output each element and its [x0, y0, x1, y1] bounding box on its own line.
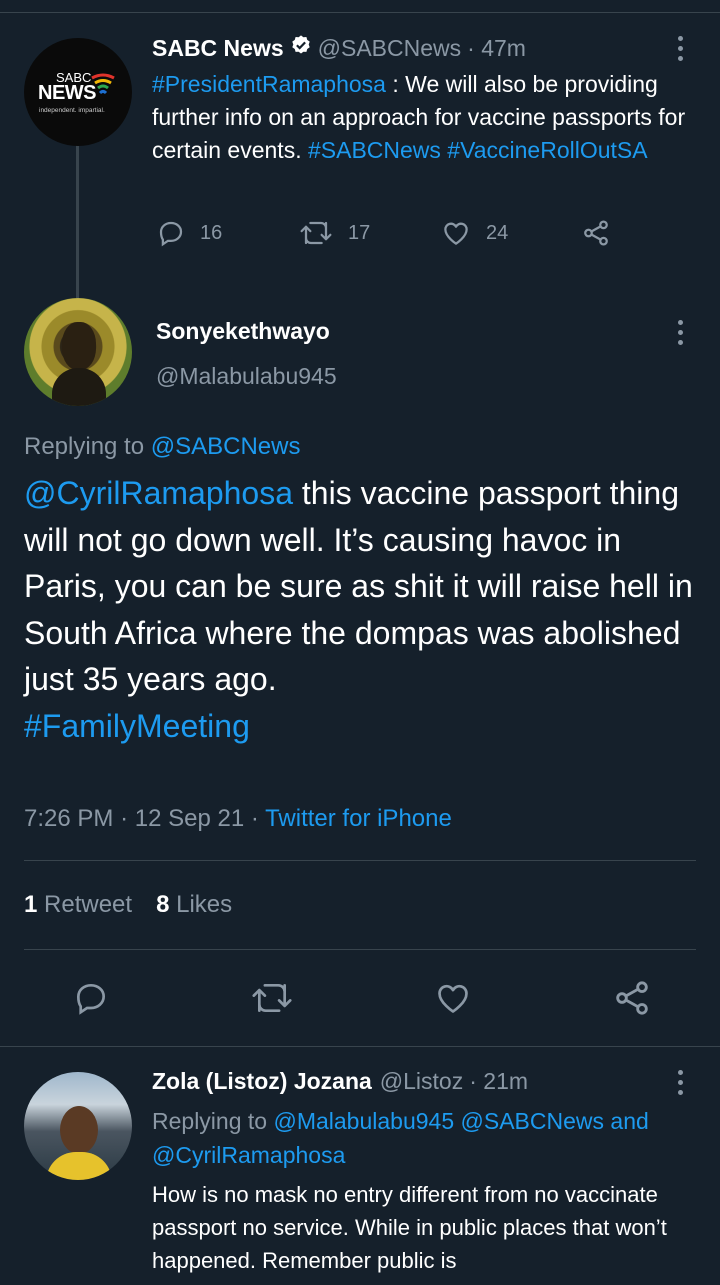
author-handle[interactable]: @SABCNews: [318, 35, 462, 62]
like-button[interactable]: 24: [440, 218, 580, 248]
author-name[interactable]: Sonyekethwayo: [156, 318, 330, 345]
retweet-label: Retweet: [44, 891, 133, 918]
replying-to-line: Replying to @Malabulabu945 @SABCNews and…: [152, 1104, 704, 1172]
replying-to-link[interactable]: @Malabulabu945: [273, 1108, 454, 1134]
hashtag-link[interactable]: #PresidentRamaphosa: [152, 71, 386, 97]
author-name[interactable]: Zola (Listoz) Jozana: [152, 1068, 372, 1095]
tweet-source-link[interactable]: Twitter for iPhone: [265, 805, 452, 832]
author-handle[interactable]: @Listoz: [380, 1068, 463, 1095]
tweet1-text: #PresidentRamaphosa : We will also be pr…: [152, 68, 704, 167]
tweet-time: · 47m: [467, 34, 526, 61]
like-icon: [444, 222, 468, 245]
sabc-signal-logo-icon: [91, 73, 115, 95]
tweet-stats: 1 Retweet 8 Likes: [24, 891, 232, 919]
like-count: 24: [486, 221, 509, 244]
avatar-tagline: independent. impartial.: [39, 107, 105, 114]
main-tweet-actions: [72, 978, 652, 1018]
main-tweet-text: @CyrilRamaphosa this vaccine passport th…: [24, 470, 704, 749]
sonyekethwayo-avatar[interactable]: [24, 298, 132, 406]
hashtag-link[interactable]: #VaccineRollOutSA: [447, 137, 647, 163]
retweet-count: 1: [24, 891, 38, 918]
tweet1-header: SABC News @SABCNews · 47m: [152, 34, 526, 62]
reply-text: How is no mask no entry different from n…: [152, 1182, 667, 1273]
avatar-face: [62, 322, 96, 370]
avatar-shoulders: [52, 368, 106, 406]
divider: [0, 1046, 720, 1047]
hashtag-link[interactable]: #FamilyMeeting: [24, 708, 250, 744]
tweet-date: 12 Sep 21: [134, 805, 245, 832]
retweet-icon[interactable]: [249, 979, 295, 1017]
retweet-count: 17: [348, 221, 371, 244]
sabc-news-avatar[interactable]: SABC NEWS independent. impartial.: [24, 38, 132, 146]
author-name[interactable]: SABC News: [152, 35, 284, 62]
avatar-face: [60, 1106, 98, 1154]
more-options-icon[interactable]: [676, 320, 684, 345]
mention-link[interactable]: @CyrilRamaphosa: [24, 475, 293, 511]
retweet-icon: [300, 221, 332, 245]
replying-to-link[interactable]: @SABCNews: [461, 1108, 605, 1134]
tweet-time: 7:26 PM: [24, 805, 114, 832]
thread-line: [76, 140, 79, 300]
meta-separator: ·: [120, 805, 129, 832]
replying-label: Replying to: [24, 433, 145, 460]
replying-to-link[interactable]: @CyrilRamaphosa: [152, 1142, 345, 1168]
top-divider: [0, 12, 720, 13]
divider: [24, 949, 696, 950]
retweet-button[interactable]: 17: [298, 218, 440, 248]
reply-button[interactable]: 16: [156, 218, 298, 248]
reply-icon[interactable]: [72, 979, 110, 1017]
replying-to-link[interactable]: @SABCNews: [151, 433, 301, 460]
like-icon[interactable]: [433, 979, 473, 1017]
verified-badge-icon: [290, 34, 312, 62]
likes-stat[interactable]: 8 Likes: [156, 891, 232, 919]
more-options-icon[interactable]: [676, 1070, 684, 1095]
reply-count: 16: [200, 221, 223, 244]
replying-label: Replying to: [152, 1108, 268, 1134]
hashtag-link[interactable]: #SABCNews: [308, 137, 441, 163]
more-options-icon[interactable]: [676, 36, 684, 61]
share-icon[interactable]: [612, 978, 652, 1018]
tweet-time: · 21m: [469, 1068, 529, 1094]
share-button[interactable]: [580, 218, 612, 248]
share-icon: [584, 220, 608, 246]
reply-header: Zola (Listoz) Jozana @Listoz · 21m: [152, 1068, 528, 1095]
like-label: Likes: [176, 891, 233, 918]
reply-icon: [159, 221, 183, 247]
meta-separator: ·: [250, 805, 259, 832]
zola-avatar[interactable]: [24, 1072, 132, 1180]
retweets-stat[interactable]: 1 Retweet: [24, 891, 132, 919]
divider: [24, 860, 696, 861]
tweet1-actions: 16 17 24: [156, 218, 612, 248]
author-handle[interactable]: @Malabulabu945: [156, 363, 337, 390]
like-count: 8: [156, 891, 170, 918]
avatar-shirt: [46, 1152, 112, 1180]
replying-and: and: [610, 1108, 649, 1134]
tweet-meta: 7:26 PM · 12 Sep 21 · Twitter for iPhone: [24, 805, 452, 833]
replying-to-line: Replying to @SABCNews: [24, 433, 300, 461]
